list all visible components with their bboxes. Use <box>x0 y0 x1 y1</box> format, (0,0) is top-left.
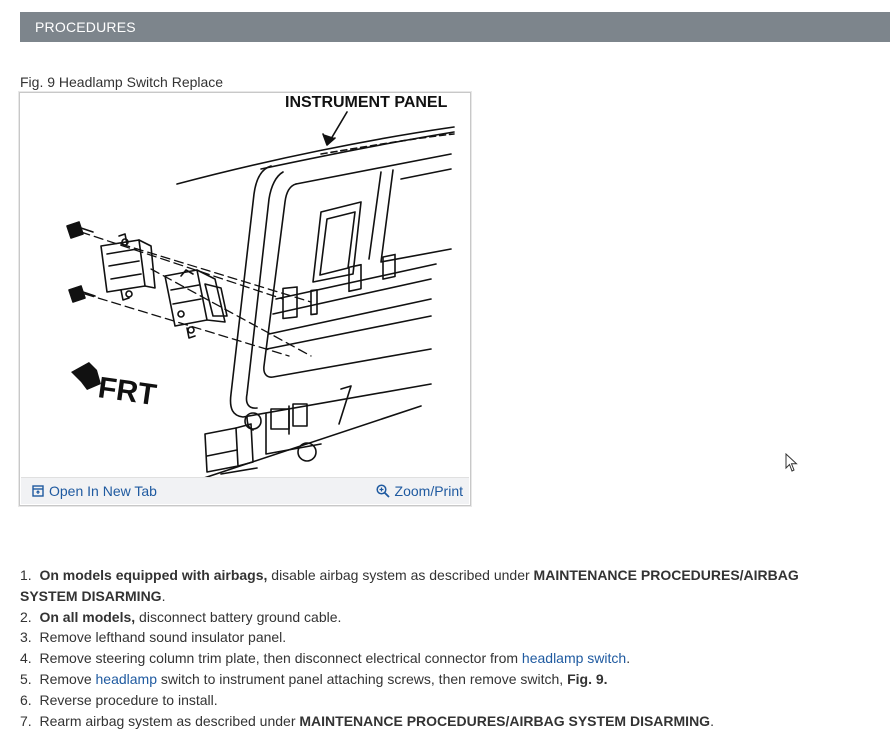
open-in-new-tab-label: Open In New Tab <box>49 483 157 499</box>
step-item: 6. Reverse procedure to install. <box>20 691 218 708</box>
headlamp-switch-link[interactable]: headlamp switch <box>522 650 626 666</box>
open-in-new-tab-link[interactable]: Open In New Tab <box>32 483 157 499</box>
figure-caption: Fig. 9 Headlamp Switch Replace <box>20 74 224 90</box>
instrument-panel-label: INSTRUMENT PANEL <box>285 94 448 111</box>
front-direction-label: FRT <box>96 371 158 412</box>
step-item: 3. Remove lefthand sound insulator panel… <box>20 629 287 646</box>
procedure-steps: 1. On models equipped with airbags, disa… <box>20 565 860 731</box>
step-item: 4. Remove steering column trim plate, th… <box>20 650 631 667</box>
headlamp-switch-diagram: FRT INSTRUMENT PANEL <box>66 94 455 478</box>
zoom-print-label: Zoom/Print <box>394 483 463 499</box>
zoom-print-link[interactable]: Zoom/Print <box>375 483 463 499</box>
section-header: PROCEDURES <box>20 12 890 42</box>
figure-image[interactable]: FRT INSTRUMENT PANEL <box>21 94 469 478</box>
figure-toolbar: Open In New Tab Zoom/Print <box>21 477 469 504</box>
zoom-magnifier-icon <box>375 484 390 498</box>
mouse-cursor-icon <box>785 453 798 472</box>
figure-container: FRT INSTRUMENT PANEL Open In New Tab Zoo… <box>19 92 471 506</box>
section-title: PROCEDURES <box>35 19 136 35</box>
step-item: 7. Rearm airbag system as described unde… <box>20 712 714 729</box>
step-item: 2. On all models, disconnect battery gro… <box>20 608 342 625</box>
headlamp-link[interactable]: headlamp <box>96 671 158 687</box>
step-item: 5. Remove headlamp switch to instrument … <box>20 670 608 687</box>
open-new-tab-icon <box>32 485 44 497</box>
step-item: 1. On models equipped with airbags, disa… <box>20 567 799 604</box>
